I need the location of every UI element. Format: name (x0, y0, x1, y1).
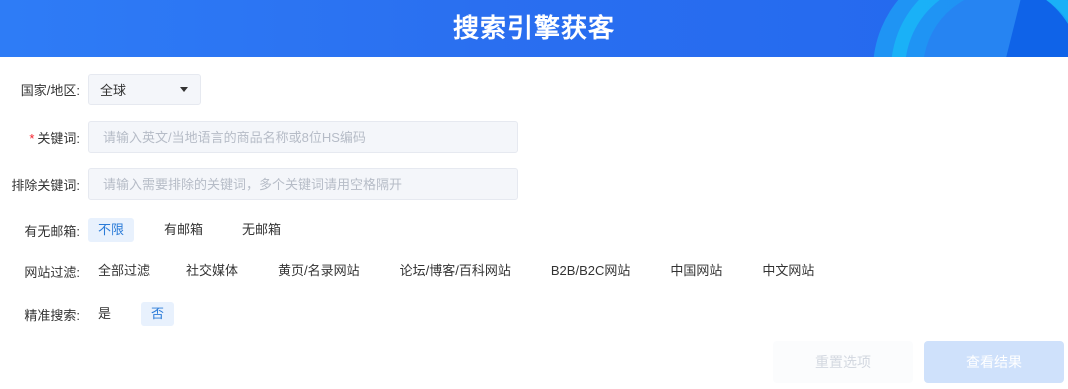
site-filter-option-b2b-b2c[interactable]: B2B/B2C网站 (541, 259, 640, 283)
precise-search-option-yes[interactable]: 是 (88, 302, 121, 326)
site-filter-option-china-sites[interactable]: 中国网站 (660, 259, 732, 283)
header-banner: 搜索引擎获客 (0, 0, 1068, 57)
caret-down-icon (180, 87, 188, 92)
page-title: 搜索引擎获客 (452, 13, 615, 43)
site-filter-option-forum-blog-wiki[interactable]: 论坛/博客/百科网站 (390, 259, 521, 283)
keyword-label: * 关键词: (0, 128, 88, 147)
country-label: 国家/地区: (20, 83, 80, 98)
precise-search-label: 精准搜索: (24, 307, 80, 323)
mailbox-option-any[interactable]: 不限 (88, 218, 135, 242)
country-select[interactable]: 全球 (88, 74, 201, 105)
site-filter-option-yellow-pages[interactable]: 黄页/名录网站 (268, 259, 370, 283)
exclude-keyword-row: 排除关键词: (0, 168, 518, 200)
site-filter-label: 网站过滤: (24, 264, 80, 280)
site-filter-option-social-media[interactable]: 社交媒体 (176, 259, 248, 283)
precise-search-row: 精准搜索: 是 否 (0, 302, 175, 326)
keyword-label-text: 关键词: (37, 130, 80, 146)
site-filter-option-all[interactable]: 全部过滤 (88, 259, 160, 283)
keyword-input[interactable] (88, 121, 518, 153)
mailbox-row: 有无邮箱: 不限 有邮箱 无邮箱 (0, 218, 291, 242)
country-row: 国家/地区: 全球 (0, 74, 201, 105)
reset-options-button[interactable]: 重置选项 (773, 341, 913, 383)
precise-search-option-no[interactable]: 否 (141, 302, 175, 326)
mailbox-option-no-email[interactable]: 无邮箱 (232, 218, 291, 242)
exclude-keyword-input[interactable] (88, 168, 518, 200)
view-results-button[interactable]: 查看结果 (924, 341, 1064, 383)
site-filter-row: 网站过滤: 全部过滤 社交媒体 黄页/名录网站 论坛/博客/百科网站 B2B/B… (0, 259, 824, 283)
mailbox-label: 有无邮箱: (24, 223, 80, 239)
mailbox-option-has-email[interactable]: 有邮箱 (154, 218, 213, 242)
required-mark: * (29, 130, 35, 146)
country-select-value: 全球 (100, 83, 127, 98)
site-filter-option-chinese-sites[interactable]: 中文网站 (752, 259, 824, 283)
exclude-keyword-label: 排除关键词: (11, 177, 80, 193)
keyword-row: * 关键词: (0, 121, 518, 153)
